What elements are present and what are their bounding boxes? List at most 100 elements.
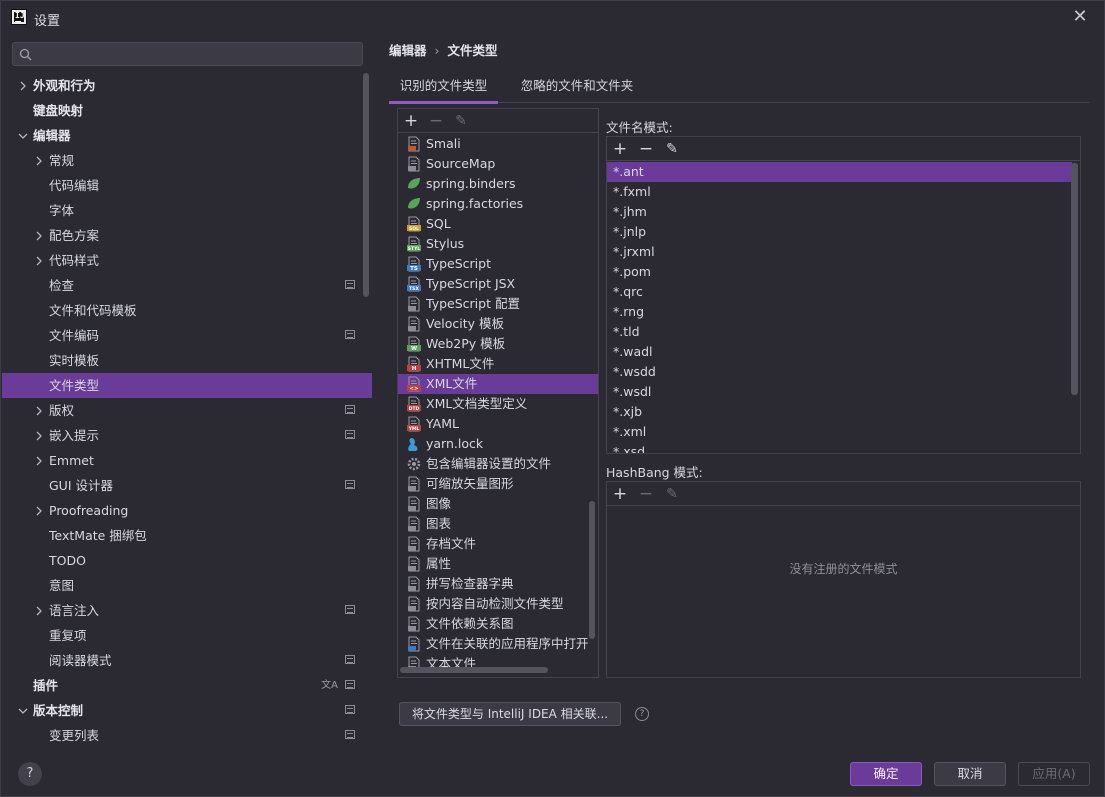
file-type-item[interactable]: 拼写检查器字典	[398, 574, 598, 594]
file-type-item[interactable]: 按内容自动检测文件类型	[398, 594, 598, 614]
sidebar-item[interactable]: 嵌入提示	[2, 423, 372, 448]
file-types-vertical-scrollbar[interactable]	[589, 501, 595, 639]
ok-button[interactable]: 确定	[850, 762, 922, 786]
file-type-item[interactable]: Velocity 模板	[398, 314, 598, 334]
file-type-item[interactable]: Smali	[398, 134, 598, 154]
file-type-item[interactable]: spring.binders	[398, 174, 598, 194]
sidebar-item[interactable]: 版本控制	[2, 698, 372, 723]
file-type-item[interactable]: SQL SQL	[398, 214, 598, 234]
edit-hashbang-button[interactable]: ✎	[662, 484, 682, 504]
file-type-item[interactable]: 属性	[398, 554, 598, 574]
file-type-item[interactable]: 文件在关联的应用程序中打开	[398, 634, 598, 654]
file-type-item[interactable]: H XHTML文件	[398, 354, 598, 374]
sidebar-item[interactable]: 代码样式	[2, 248, 372, 273]
chevron-right-icon[interactable]	[34, 606, 44, 616]
file-type-item[interactable]: 图像	[398, 494, 598, 514]
chevron-right-icon[interactable]	[18, 81, 28, 91]
sidebar-item[interactable]: 变更列表	[2, 723, 372, 748]
add-hashbang-button[interactable]: +	[610, 484, 630, 504]
file-type-item[interactable]: W Web2Py 模板	[398, 334, 598, 354]
chevron-right-icon[interactable]	[34, 456, 44, 466]
sidebar-item[interactable]: 字体	[2, 198, 372, 223]
sidebar-item[interactable]: 文件和代码模板	[2, 298, 372, 323]
sidebar-item[interactable]: 常规	[2, 148, 372, 173]
dialog-help-button[interactable]: ?	[18, 762, 42, 786]
sidebar-item[interactable]: 配色方案	[2, 223, 372, 248]
edit-file-type-button[interactable]: ✎	[451, 111, 471, 131]
add-file-type-button[interactable]: +	[401, 111, 421, 131]
sidebar-item[interactable]: Proofreading	[2, 498, 372, 523]
file-type-item[interactable]: TypeScript 配置	[398, 294, 598, 314]
pattern-item[interactable]: *.jrxml	[607, 242, 1080, 262]
file-type-item[interactable]: spring.factories	[398, 194, 598, 214]
breadcrumb-parent[interactable]: 编辑器	[389, 43, 427, 58]
patterns-scrollbar[interactable]	[1071, 163, 1078, 395]
file-type-item[interactable]: DTD XML文档类型定义	[398, 394, 598, 414]
pattern-item[interactable]: *.xsd	[607, 442, 1080, 453]
sidebar-item[interactable]: 版权	[2, 398, 372, 423]
chevron-down-icon[interactable]	[18, 706, 28, 716]
remove-file-type-button[interactable]: −	[426, 111, 446, 131]
associate-file-types-button[interactable]: 将文件类型与 IntelliJ IDEA 相关联...	[399, 702, 621, 726]
sidebar-item[interactable]: 意图	[2, 573, 372, 598]
pattern-item[interactable]: *.wsdd	[607, 362, 1080, 382]
sidebar-item[interactable]: TextMate 捆绑包	[2, 523, 372, 548]
chevron-right-icon[interactable]	[34, 256, 44, 266]
sidebar-item[interactable]: 检查	[2, 273, 372, 298]
pattern-item[interactable]: *.pom	[607, 262, 1080, 282]
pattern-item[interactable]: *.jhm	[607, 202, 1080, 222]
sidebar-item[interactable]: 文件编码	[2, 323, 372, 348]
sidebar-item[interactable]: 外观和行为	[2, 73, 372, 98]
file-type-item[interactable]: 文件依赖关系图	[398, 614, 598, 634]
file-type-item[interactable]: 图表	[398, 514, 598, 534]
file-type-item[interactable]: STYL Stylus	[398, 234, 598, 254]
sidebar-item[interactable]: TODO	[2, 548, 372, 573]
help-icon[interactable]: ?	[635, 707, 649, 721]
sidebar-item[interactable]: 文件类型	[2, 373, 372, 398]
tab-recognized-file-types[interactable]: 识别的文件类型	[389, 71, 498, 104]
file-types-horizontal-scrollbar[interactable]	[400, 667, 548, 673]
file-type-item[interactable]: YML YAML	[398, 414, 598, 434]
pattern-item[interactable]: *.xml	[607, 422, 1080, 442]
pattern-item[interactable]: *.wadl	[607, 342, 1080, 362]
tab-ignored-files[interactable]: 忽略的文件和文件夹	[510, 71, 644, 103]
apply-button[interactable]: 应用(A)	[1018, 762, 1090, 786]
edit-pattern-button[interactable]: ✎	[662, 139, 682, 159]
sidebar-scrollbar[interactable]	[363, 73, 369, 297]
sidebar-item[interactable]: Emmet	[2, 448, 372, 473]
file-type-item[interactable]: 包含编辑器设置的文件	[398, 454, 598, 474]
pattern-item[interactable]: *.xjb	[607, 402, 1080, 422]
cancel-button[interactable]: 取消	[934, 762, 1006, 786]
sidebar-item[interactable]: 插件 文A	[2, 673, 372, 698]
sidebar-item[interactable]: 阅读器模式	[2, 648, 372, 673]
file-type-item[interactable]: 存档文件	[398, 534, 598, 554]
add-pattern-button[interactable]: +	[610, 139, 630, 159]
search-input-box[interactable]	[12, 42, 363, 66]
pattern-item[interactable]: *.tld	[607, 322, 1080, 342]
sidebar-item[interactable]: 语言注入	[2, 598, 372, 623]
pattern-item[interactable]: *.wsdl	[607, 382, 1080, 402]
pattern-item[interactable]: *.rng	[607, 302, 1080, 322]
chevron-down-icon[interactable]	[18, 131, 28, 141]
chevron-right-icon[interactable]	[34, 506, 44, 516]
file-type-item[interactable]: TS TypeScript	[398, 254, 598, 274]
sidebar-item[interactable]: 重复项	[2, 623, 372, 648]
file-type-item[interactable]: SourceMap	[398, 154, 598, 174]
sidebar-item[interactable]: 编辑器	[2, 123, 372, 148]
pattern-item[interactable]: *.jnlp	[607, 222, 1080, 242]
file-type-item[interactable]: 可缩放矢量图形	[398, 474, 598, 494]
search-input[interactable]	[37, 45, 357, 63]
pattern-item[interactable]: *.ant	[607, 162, 1072, 182]
chevron-right-icon[interactable]	[34, 231, 44, 241]
remove-hashbang-button[interactable]: −	[636, 484, 656, 504]
file-type-item[interactable]: <> XML文件	[398, 374, 598, 394]
sidebar-item[interactable]: GUI 设计器	[2, 473, 372, 498]
chevron-right-icon[interactable]	[34, 431, 44, 441]
file-type-item[interactable]: yarn.lock	[398, 434, 598, 454]
close-icon[interactable]: ✕	[1070, 7, 1090, 27]
chevron-right-icon[interactable]	[34, 406, 44, 416]
sidebar-item[interactable]: 实时模板	[2, 348, 372, 373]
chevron-right-icon[interactable]	[34, 156, 44, 166]
sidebar-item[interactable]: 键盘映射	[2, 98, 372, 123]
pattern-item[interactable]: *.fxml	[607, 182, 1080, 202]
